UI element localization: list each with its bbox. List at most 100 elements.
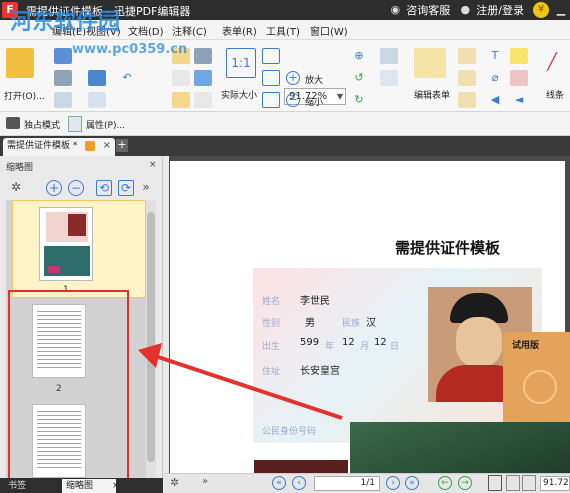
menu-form[interactable]: 表单(R) <box>222 23 257 38</box>
single-page-icon[interactable] <box>488 475 502 491</box>
page-1-preview <box>39 207 93 281</box>
menu-tools[interactable]: 工具(T) <box>266 23 300 38</box>
sound-icon[interactable]: ◀ <box>486 92 504 108</box>
sex-label: 性别 <box>262 319 281 329</box>
snapshot-icon[interactable] <box>194 48 212 64</box>
coin-icon[interactable]: ¥ <box>533 2 549 18</box>
exclusive-mode-button[interactable]: 独占模式 <box>24 118 60 131</box>
zoom-out-icon[interactable]: − <box>286 93 300 107</box>
cloud-icon[interactable] <box>88 70 106 86</box>
menu-window[interactable]: 窗口(W) <box>310 23 348 38</box>
zoom-in-icon[interactable]: + <box>286 71 300 85</box>
card-back-image <box>350 422 570 473</box>
watermark-url: www.pc0359.cn <box>72 42 188 57</box>
properties-button[interactable]: 属性(P)... <box>86 118 125 131</box>
watermark-text: 河东软件园 <box>10 10 121 35</box>
textbox-icon[interactable] <box>458 48 476 64</box>
name-value: 李世民 <box>300 296 330 307</box>
close-icon[interactable]: × <box>103 138 111 154</box>
last-page-icon[interactable]: » <box>405 476 419 490</box>
menu-comment[interactable]: 注释(C) <box>172 23 207 38</box>
titlebar-right: ◉ 咨询客服 ● 注册/登录 ¥ ▁ <box>386 0 570 20</box>
zoom-out-thumb-icon[interactable]: − <box>68 180 84 196</box>
fit-page-icon[interactable] <box>262 48 280 64</box>
open-label[interactable]: 打开(O)... <box>4 89 45 102</box>
birth-day: 12 <box>374 337 387 348</box>
attach-icon[interactable]: ⌀ <box>486 70 504 86</box>
edit-form-icon[interactable] <box>414 48 446 78</box>
rotate-page-right-icon[interactable]: ⟳ <box>118 180 134 196</box>
undo-icon[interactable]: ↶ <box>118 70 136 86</box>
page-icon[interactable] <box>54 92 72 108</box>
headset-icon[interactable]: ◉ <box>386 0 404 20</box>
line-tool-icon[interactable]: ╱ <box>540 54 564 78</box>
page-input[interactable]: 1/1 <box>314 476 380 491</box>
note-icon[interactable] <box>510 48 528 64</box>
select-text-icon[interactable] <box>172 70 190 86</box>
zoom-in-thumb-icon[interactable]: + <box>46 180 62 196</box>
line-tool-label[interactable]: 线条 <box>546 88 564 101</box>
prev-page-icon[interactable]: ‹ <box>292 476 306 490</box>
continuous-icon[interactable] <box>522 475 536 491</box>
print-icon[interactable] <box>54 70 72 86</box>
save-icon[interactable] <box>54 48 72 64</box>
forward-icon[interactable]: → <box>458 476 472 490</box>
gear-icon[interactable]: ✲ <box>8 180 24 196</box>
thumbnail-item-1[interactable]: 1 <box>12 200 146 298</box>
typewriter-icon[interactable] <box>458 92 476 108</box>
next-page-icon[interactable]: › <box>386 476 400 490</box>
edit-content-icon[interactable] <box>172 92 190 108</box>
callout-icon[interactable] <box>458 70 476 86</box>
user-icon[interactable]: ● <box>456 0 474 20</box>
name-label: 姓名 <box>262 297 281 307</box>
text-tool-icon[interactable]: T <box>486 48 504 64</box>
vip-crown-icon <box>523 370 557 404</box>
select-image-icon[interactable] <box>194 70 212 86</box>
register-login-link[interactable]: 注册/登录 <box>476 2 524 18</box>
trial-label: 试用版 <box>512 341 540 351</box>
panel-splitter[interactable] <box>164 156 169 473</box>
collapse-icon[interactable]: » <box>202 476 208 487</box>
zoom-marquee-icon[interactable]: ⊕ <box>350 48 368 64</box>
zoom-in-label[interactable]: 放大 <box>305 73 323 86</box>
first-page-icon[interactable]: « <box>272 476 286 490</box>
tab-bookmarks[interactable]: 书签 <box>4 479 30 493</box>
address-value: 长安皇宫 <box>300 366 340 377</box>
form-field-icon[interactable] <box>380 48 398 64</box>
zoom-out-label[interactable]: 缩小 <box>305 95 323 108</box>
page-edit-icon[interactable] <box>194 92 212 108</box>
more-options-icon[interactable]: » <box>138 180 154 196</box>
scrollbar-thumb[interactable] <box>147 212 155 462</box>
rotate-left-icon[interactable]: ↺ <box>350 70 368 86</box>
sex-value: 男 <box>305 318 315 329</box>
actual-size-icon[interactable]: 1:1 <box>226 48 256 78</box>
panel-close-icon[interactable]: × <box>149 160 157 170</box>
back-icon[interactable]: ← <box>438 476 452 490</box>
document-tab-label: 需提供证件模板 * <box>7 141 78 151</box>
document-tab[interactable]: 需提供证件模板 * × <box>3 138 115 156</box>
actual-size-label[interactable]: 实际大小 <box>221 88 257 101</box>
add-tab-button[interactable]: + <box>116 139 128 152</box>
menu-document[interactable]: 文档(D) <box>128 23 164 38</box>
rotate-right-icon[interactable]: ↻ <box>350 92 368 108</box>
minimize-icon[interactable]: ▁ <box>552 0 570 20</box>
rotate-page-left-icon[interactable]: ⟲ <box>96 180 112 196</box>
consult-link[interactable]: 咨询客服 <box>406 2 450 18</box>
tab-close-icon[interactable]: × <box>108 479 124 493</box>
settings-gear-icon[interactable]: ✲ <box>170 476 179 489</box>
fit-visible-icon[interactable] <box>262 92 280 108</box>
document-icon[interactable] <box>88 92 106 108</box>
mode-bar: 独占模式 属性(P)... <box>0 112 570 136</box>
edit-form-label[interactable]: 编辑表单 <box>414 88 450 101</box>
panel-bottom-tabs: 书签 缩略图 × <box>0 478 163 493</box>
fit-width-icon[interactable] <box>262 70 280 86</box>
two-page-icon[interactable] <box>506 475 520 491</box>
open-folder-icon[interactable] <box>6 48 34 78</box>
status-zoom[interactable]: 91.72 <box>540 476 570 491</box>
stamp-icon[interactable] <box>510 70 528 86</box>
properties-icon[interactable] <box>68 116 82 132</box>
text-field-icon[interactable] <box>380 70 398 86</box>
card-back-strip <box>254 460 348 473</box>
speaker-icon[interactable]: ◄ <box>510 92 528 108</box>
thumbnail-scrollbar[interactable] <box>146 200 156 478</box>
